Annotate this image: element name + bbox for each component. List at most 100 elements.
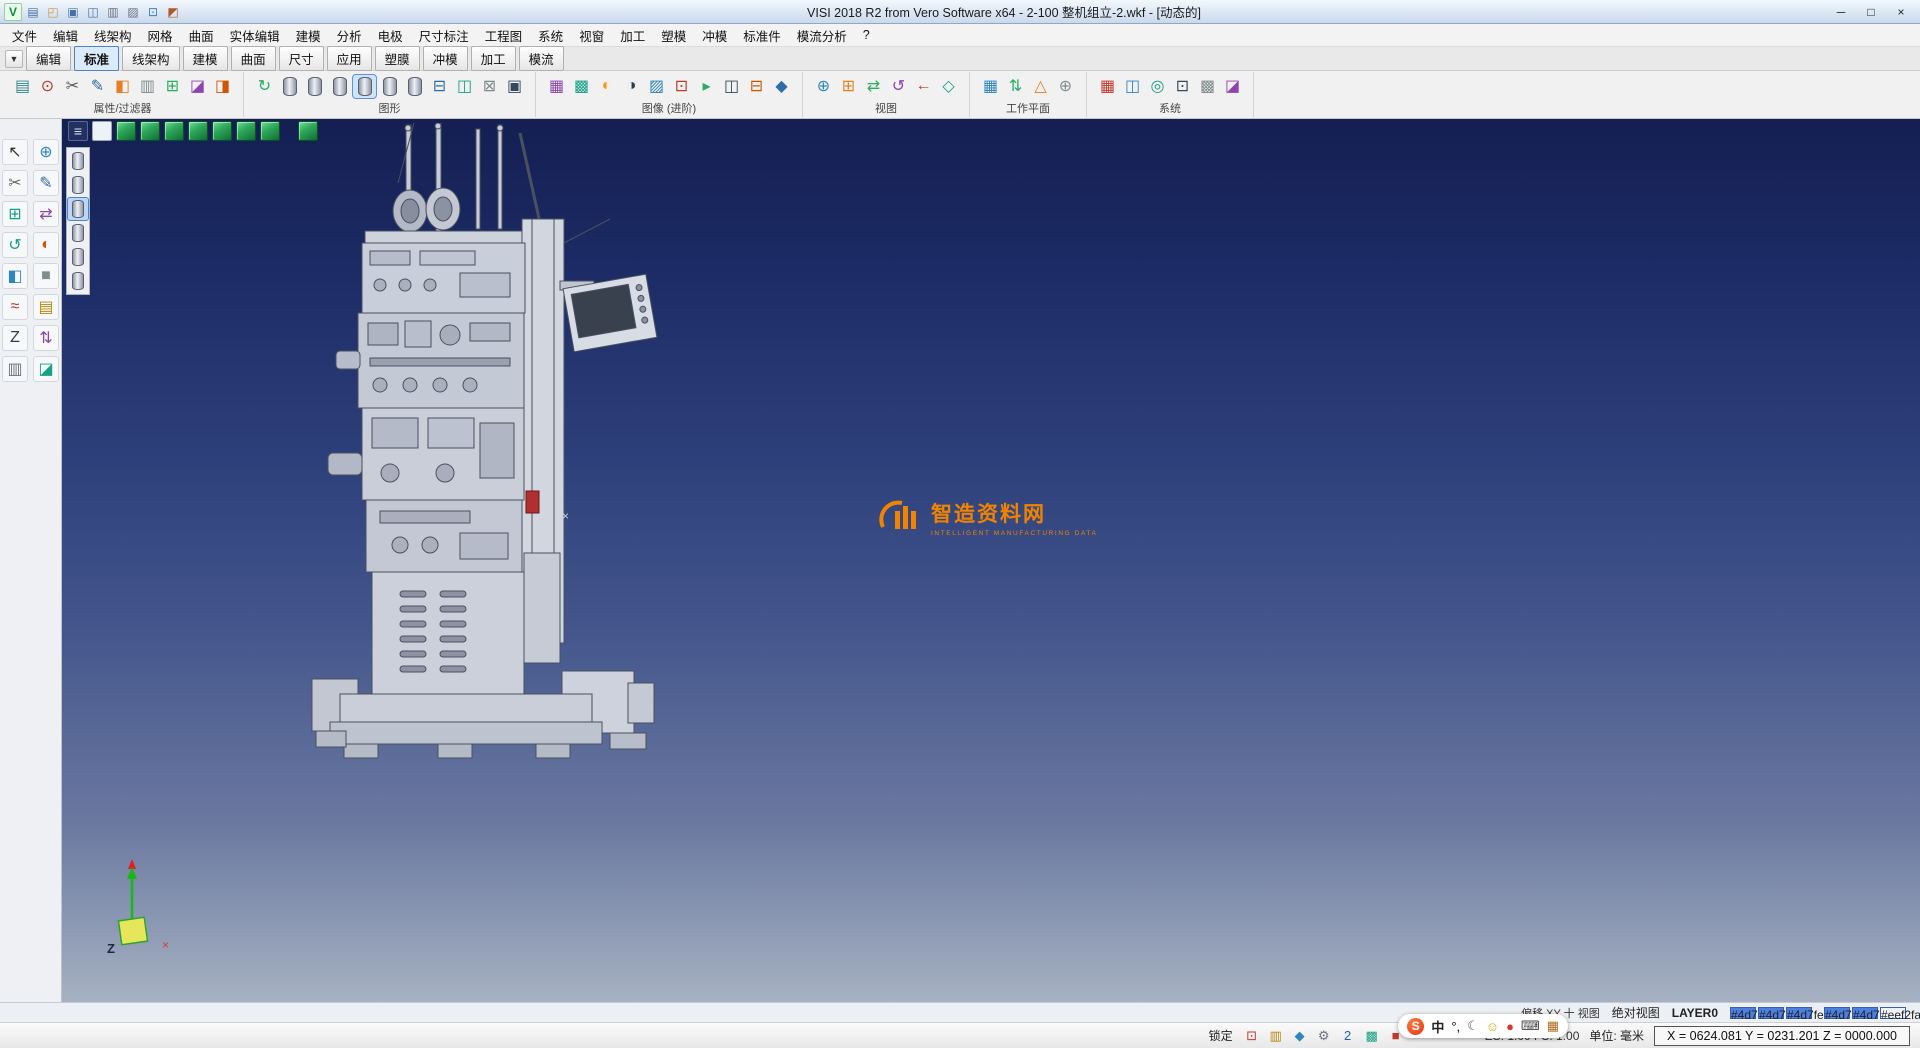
monitor-icon[interactable]: ⊡	[144, 3, 162, 21]
view-cube-iso[interactable]	[260, 121, 280, 141]
menu-standard-parts[interactable]: 标准件	[735, 24, 789, 47]
pan-view-icon[interactable]: ⇄	[862, 75, 885, 98]
menu-die[interactable]: 冲模	[694, 24, 735, 47]
settings-grid-icon[interactable]: ▦	[1096, 75, 1119, 98]
workplane-normal-icon[interactable]: ⊕	[1054, 75, 1077, 98]
menu-edit[interactable]: 编辑	[45, 24, 86, 47]
menu-flow-analysis[interactable]: 模流分析	[789, 24, 855, 47]
selection-settings-icon[interactable]: ⊡	[1171, 75, 1194, 98]
menu-electrode[interactable]: 电极	[370, 24, 411, 47]
menu-drafting[interactable]: 工程图	[477, 24, 531, 47]
hidden-line-display-icon[interactable]	[303, 75, 326, 98]
save-all-icon[interactable]: ◫	[84, 3, 102, 21]
surface-tool-icon[interactable]: ◧	[2, 263, 28, 289]
stereo-icon[interactable]: ◫	[720, 75, 743, 98]
zoom-window-icon[interactable]: ⊞	[837, 75, 860, 98]
input-lang-toggle[interactable]: 中	[1431, 1017, 1444, 1036]
tab-flow[interactable]: 模流	[519, 46, 564, 71]
help-icon[interactable]: 2	[1339, 1027, 1357, 1045]
regen-icon[interactable]: ↻	[253, 75, 276, 98]
menu-window[interactable]: 视窗	[571, 24, 612, 47]
view-cube-bottom[interactable]	[236, 121, 256, 141]
menu-file[interactable]: 文件	[4, 24, 45, 47]
select-body-filter-icon[interactable]	[68, 150, 88, 172]
display-settings-icon[interactable]: ◫	[1121, 75, 1144, 98]
view-list-icon[interactable]: ≡	[68, 121, 88, 141]
select-point-filter-icon[interactable]	[68, 270, 88, 292]
rendered-display-icon[interactable]	[353, 75, 376, 98]
menu-modeling[interactable]: 建模	[288, 24, 329, 47]
menu-machining[interactable]: 加工	[612, 24, 653, 47]
tab-modeling[interactable]: 建模	[183, 46, 228, 71]
bar-item[interactable]: #4d7fe0	[1758, 1007, 1784, 1019]
rotate-view-icon[interactable]: ↺	[887, 75, 910, 98]
menu-solid-edit[interactable]: 实体编辑	[222, 24, 288, 47]
tab-dimension[interactable]: 尺寸	[279, 46, 324, 71]
iso-view-icon[interactable]: ◇	[937, 75, 960, 98]
capture-icon[interactable]: ⊡	[1243, 1027, 1261, 1045]
shaded-display-icon[interactable]	[328, 75, 351, 98]
z-level-icon[interactable]: Z	[2, 325, 28, 351]
select-face-filter-icon[interactable]	[68, 174, 88, 196]
emoji-icon[interactable]: ☺	[1486, 1018, 1499, 1034]
erase-icon[interactable]: ◪	[186, 75, 209, 98]
compare-body-icon[interactable]: ⊠	[478, 75, 501, 98]
snapshot-icon[interactable]: ⊡	[670, 75, 693, 98]
menu-mesh[interactable]: 网格	[140, 24, 181, 47]
tab-wireframe[interactable]: 线架构	[122, 46, 180, 71]
cad-link-icon[interactable]: ◪	[1221, 75, 1244, 98]
cut-icon[interactable]: ✂	[61, 75, 84, 98]
menu-help[interactable]: ?	[855, 26, 878, 44]
cursor-icon[interactable]: ↖	[2, 139, 28, 165]
attributes-icon[interactable]: ▤	[11, 75, 34, 98]
menu-dimension[interactable]: 尺寸标注	[411, 24, 477, 47]
sheet-tool-icon[interactable]: ▤	[33, 294, 59, 320]
menu-analysis[interactable]: 分析	[329, 24, 370, 47]
workplane-align-icon[interactable]: ⇅	[1004, 75, 1027, 98]
print-icon[interactable]: ▥	[104, 3, 122, 21]
render-settings-icon[interactable]: ▥	[1267, 1027, 1285, 1045]
frame-select-icon[interactable]: ⊞	[2, 201, 28, 227]
tab-edit[interactable]: 编辑	[26, 46, 71, 71]
maximize-button[interactable]: □	[1856, 2, 1886, 22]
notes-tool-icon[interactable]: ◪	[33, 356, 59, 382]
3d-viewport[interactable]: ≡	[62, 119, 1920, 1002]
save-icon[interactable]: ▣	[64, 3, 82, 21]
plugins-icon[interactable]: ▩	[1363, 1027, 1381, 1045]
workplane-3pt-icon[interactable]: △	[1029, 75, 1052, 98]
multi-body-icon[interactable]: ◫	[453, 75, 476, 98]
voice-input-icon[interactable]: ●	[1506, 1018, 1514, 1034]
open-file-icon[interactable]: ◰	[44, 3, 62, 21]
view-mode-label[interactable]: 绝对视图	[1612, 1004, 1660, 1021]
menu-system[interactable]: 系统	[530, 24, 571, 47]
light-icon[interactable]: ◐	[595, 75, 618, 98]
shade-lock-icon[interactable]: ▣	[503, 75, 526, 98]
bar-item[interactable]: #4d7fe0	[1824, 1007, 1850, 1019]
visi-logo[interactable]: V	[4, 3, 22, 21]
punctuation-toggle[interactable]: °,	[1451, 1019, 1460, 1034]
bar-item[interactable]: #4d7fe0	[1786, 1007, 1812, 1019]
view-cube-top[interactable]	[116, 121, 136, 141]
render-quality-icon[interactable]: ◆	[770, 75, 793, 98]
tools-icon[interactable]: ⚙	[1315, 1027, 1333, 1045]
section-view-icon[interactable]: ⊟	[745, 75, 768, 98]
color-filter-icon[interactable]: ◧	[111, 75, 134, 98]
sogou-logo[interactable]: S	[1407, 1018, 1424, 1035]
close-button[interactable]: ×	[1886, 2, 1916, 22]
curve-tool-icon[interactable]: ≈	[2, 294, 28, 320]
tab-dropdown-icon[interactable]: ▼	[5, 50, 23, 68]
bar-item[interactable]: #4d7fe0	[1730, 1007, 1756, 1019]
tab-mold[interactable]: 塑膜	[375, 46, 420, 71]
plot-icon[interactable]: ▨	[124, 3, 142, 21]
previous-view-icon[interactable]: ←	[912, 75, 935, 98]
transparent-display-icon[interactable]	[378, 75, 401, 98]
tab-die[interactable]: 冲模	[423, 46, 468, 71]
tab-standard[interactable]: 标准	[74, 46, 119, 71]
mirror-tool-icon[interactable]: ⇅	[33, 325, 59, 351]
zoom-tool-icon[interactable]: ⊕	[33, 139, 59, 165]
select-wire-filter-icon[interactable]	[68, 246, 88, 268]
select-solid-filter-icon[interactable]	[68, 198, 88, 220]
layer-filter-icon[interactable]: ▥	[136, 75, 159, 98]
palette-icon[interactable]: ◩	[164, 3, 182, 21]
texture-icon[interactable]: ▦	[545, 75, 568, 98]
